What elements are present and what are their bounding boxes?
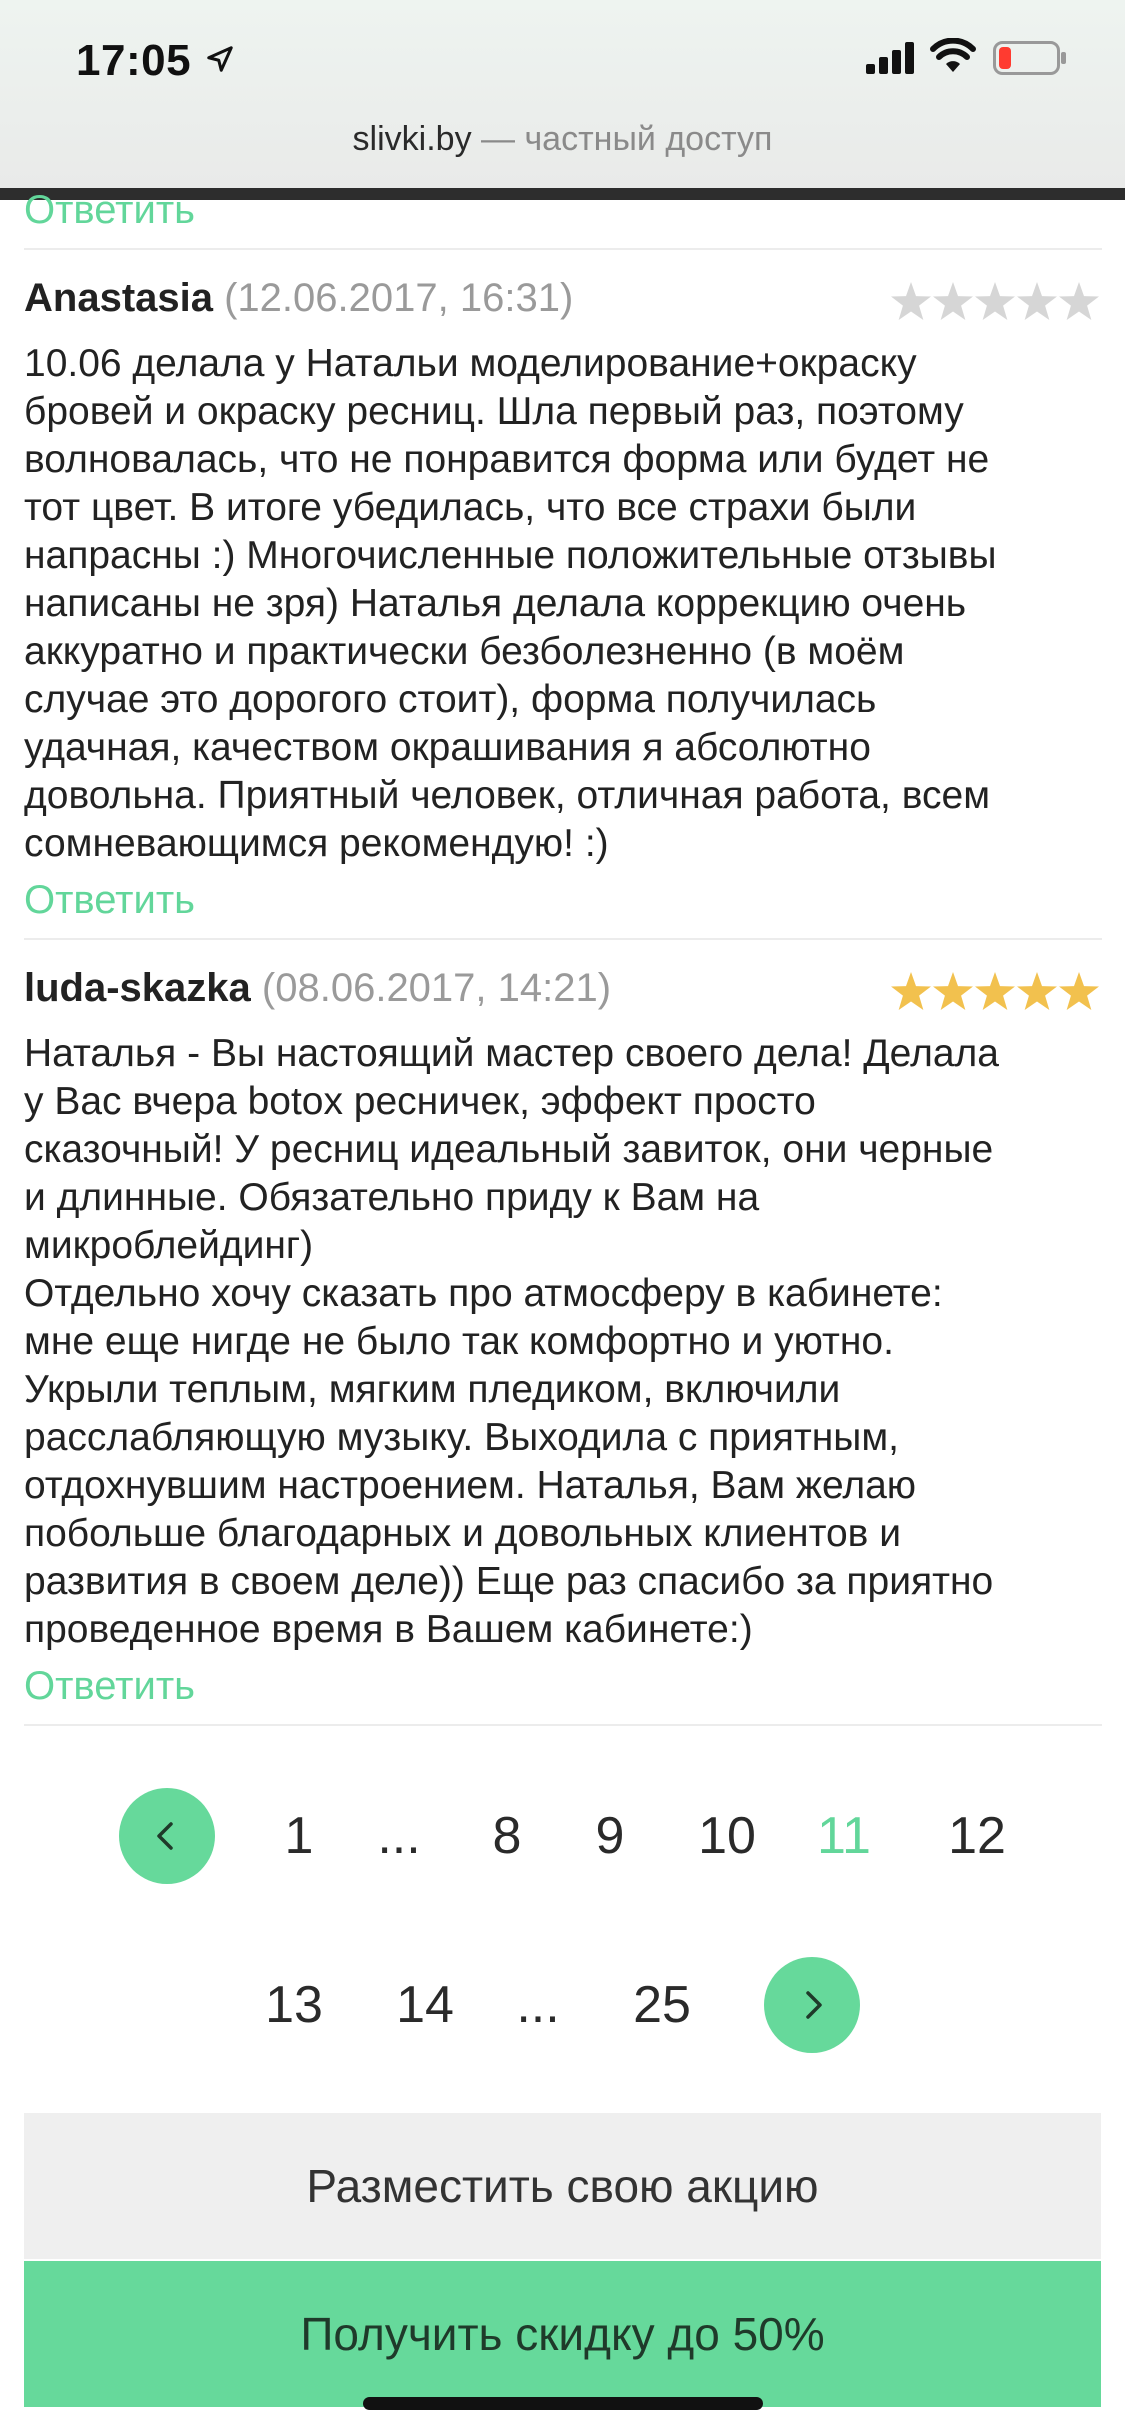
reply-link[interactable]: Ответить <box>24 1664 195 1709</box>
address-bar[interactable]: slivki.by — частный доступ <box>0 120 1125 159</box>
star-icon <box>1017 972 1057 1010</box>
page-link[interactable]: 12 <box>932 1806 1022 1866</box>
reply-link[interactable]: Ответить <box>24 188 195 233</box>
home-indicator <box>363 2397 763 2410</box>
review-date: (08.06.2017, 14:21) <box>261 966 612 1010</box>
review-text: 10.06 делала у Натальи моделирование+окр… <box>24 342 997 865</box>
browser-header: 17:05 slivki.by — частный доступ <box>0 0 1125 188</box>
star-icon <box>933 282 973 320</box>
page-ellipsis: ... <box>377 1807 421 1865</box>
review-author: luda-skazka <box>24 966 251 1010</box>
star-icon <box>933 972 973 1010</box>
page-link[interactable]: 8 <box>462 1806 552 1866</box>
battery-low-icon <box>993 41 1066 75</box>
cellular-signal-icon <box>866 42 914 74</box>
star-icon <box>1017 282 1057 320</box>
location-arrow-icon <box>207 46 233 72</box>
url-domain: slivki.by <box>352 120 472 158</box>
page-link[interactable]: 14 <box>380 1975 470 2035</box>
star-icon <box>975 972 1015 1010</box>
url-private-label: — частный доступ <box>471 120 773 158</box>
review-date: (12.06.2017, 16:31) <box>224 276 574 320</box>
review-text: Наталья - Вы настоящий мастер своего дел… <box>24 1032 999 1651</box>
prev-page-button[interactable] <box>119 1788 215 1884</box>
rating-stars <box>891 972 1099 1010</box>
review-header: luda-skazka (08.06.2017, 14:21) <box>24 966 611 1011</box>
rating-stars <box>891 282 1099 320</box>
reply-link[interactable]: Ответить <box>24 878 195 923</box>
page-link[interactable]: 1 <box>254 1806 344 1866</box>
next-page-button[interactable] <box>764 1957 860 2053</box>
review-divider <box>24 1724 1102 1726</box>
star-icon <box>1059 282 1099 320</box>
chevron-left-icon <box>157 1822 173 1850</box>
star-icon <box>975 282 1015 320</box>
page-ellipsis: ... <box>516 1976 560 2034</box>
review-divider <box>24 938 1102 940</box>
get-discount-button[interactable]: Получить скидку до 50% <box>24 2261 1101 2407</box>
page-link[interactable]: 13 <box>249 1975 339 2035</box>
chevron-right-icon <box>806 1991 822 2019</box>
star-icon <box>891 282 931 320</box>
page-link[interactable]: 9 <box>565 1806 655 1866</box>
review-author: Anastasia <box>24 276 213 320</box>
wifi-icon <box>930 38 976 72</box>
page-link[interactable]: 25 <box>617 1975 707 2035</box>
page-link[interactable]: 10 <box>682 1806 772 1866</box>
review-divider <box>24 248 1102 250</box>
review-header: Anastasia (12.06.2017, 16:31) <box>24 276 573 321</box>
star-icon <box>1059 972 1099 1010</box>
post-promo-button[interactable]: Разместить свою акцию <box>24 2113 1101 2259</box>
status-time: 17:05 <box>76 36 192 85</box>
page-current[interactable]: 11 <box>799 1806 889 1866</box>
star-icon <box>891 972 931 1010</box>
